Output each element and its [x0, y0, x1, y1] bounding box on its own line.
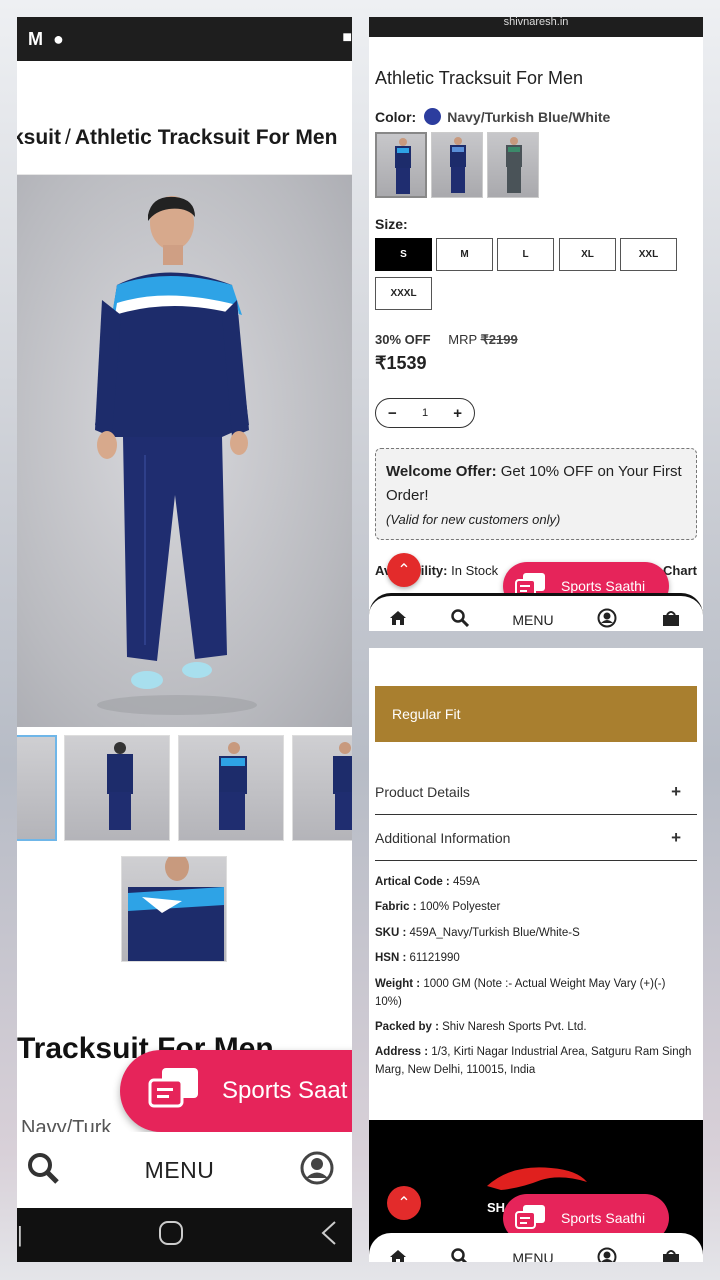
search-icon[interactable] — [450, 609, 469, 630]
price-discount-row: 30% OFF MRP ₹2199 — [375, 332, 518, 348]
spec-fabric: Fabric : 100% Polyester — [375, 901, 501, 913]
color-row: Color: Navy/Turkish Blue/White — [375, 108, 611, 125]
thumbnail-4[interactable] — [292, 735, 352, 841]
size-option-l[interactable]: L — [497, 238, 554, 271]
right-top-screenshot: shivnaresh.in Athletic Tracksuit For Men… — [369, 17, 703, 631]
thumbnail-2[interactable] — [64, 735, 170, 841]
gmail-icon: M — [28, 28, 44, 49]
sports-saathi-label: Sports Saathi — [561, 578, 646, 594]
chevron-up-icon: ⌃ — [397, 562, 411, 579]
cart-icon[interactable] — [661, 609, 681, 630]
color-dot — [424, 108, 442, 125]
spec-sku: SKU : 459A_Navy/Turkish Blue/White-S — [375, 927, 580, 939]
color-swatch-2[interactable] — [431, 132, 483, 198]
sports-saathi-label: Sports Saathi — [561, 1210, 646, 1226]
mrp-label: MRP — [448, 332, 477, 347]
chat-icon — [148, 1066, 202, 1117]
product-main-image[interactable] — [17, 175, 352, 727]
thumbnail-gallery — [17, 735, 352, 985]
qty-value[interactable]: 1 — [422, 407, 428, 419]
search-icon[interactable] — [27, 1152, 59, 1189]
discount-badge: 30% OFF — [375, 332, 431, 347]
dot-icon: ● — [53, 28, 64, 49]
menu-button[interactable]: MENU — [145, 1157, 215, 1184]
url-bar[interactable]: shivnaresh.in — [369, 17, 703, 37]
system-nav-bar: | — [17, 1208, 352, 1262]
home-icon[interactable] — [389, 610, 407, 629]
status-bar: . M ● ■ — [17, 17, 352, 61]
home-icon[interactable] — [389, 1249, 407, 1262]
sale-price: ₹1539 — [375, 353, 427, 373]
spec-address: Address : 1/3, Kirti Nagar Industrial Ar… — [375, 1046, 692, 1076]
back-icon[interactable] — [320, 1220, 338, 1251]
quantity-stepper: − 1 + — [375, 398, 475, 428]
offer-title: Welcome Offer: — [386, 463, 497, 480]
brand-name: SH — [487, 1200, 506, 1215]
recents-icon[interactable]: | — [17, 1222, 23, 1248]
scroll-top-button[interactable]: ⌃ — [387, 1186, 421, 1220]
size-option-xxxl[interactable]: XXXL — [375, 277, 432, 310]
mrp-value: ₹2199 — [480, 332, 518, 347]
qty-decrease-button[interactable]: − — [388, 405, 397, 422]
chevron-up-icon: ⌃ — [397, 1195, 411, 1212]
bottom-nav: MENU — [369, 593, 703, 631]
size-option-xxl[interactable]: XXL — [620, 238, 677, 271]
breadcrumb-current: Athletic Tracksuit For Men — [74, 126, 338, 149]
menu-button[interactable]: MENU — [512, 1250, 553, 1262]
welcome-offer-box: Welcome Offer: Get 10% OFF on Your First… — [375, 448, 697, 540]
size-option-m[interactable]: M — [436, 238, 493, 271]
cart-icon[interactable] — [661, 1248, 681, 1262]
search-icon[interactable] — [450, 1247, 469, 1262]
color-swatch-3[interactable] — [487, 132, 539, 198]
scroll-top-button[interactable]: ⌃ — [387, 553, 421, 587]
spec-hsn: HSN : 61121990 — [375, 952, 460, 964]
notification-icon: . — [17, 29, 18, 50]
size-label: Size: — [375, 216, 408, 232]
right-bottom-screenshot: Regular Fit Product Details + Additional… — [369, 648, 703, 1262]
thumbnail-3[interactable] — [178, 735, 284, 841]
chat-icon — [515, 1204, 547, 1233]
breadcrumb-prev-link[interactable]: ksuit — [17, 126, 61, 149]
spec-weight: Weight : 1000 GM (Note :- Actual Weight … — [375, 978, 666, 1008]
size-option-s[interactable]: S — [375, 238, 432, 271]
spec-packed-by: Packed by : Shiv Naresh Sports Pvt. Ltd. — [375, 1021, 587, 1033]
plus-icon: + — [671, 781, 681, 801]
bottom-nav: MENU — [369, 1233, 703, 1262]
color-name: Navy/Turkish Blue/White — [447, 108, 611, 125]
plus-icon: + — [671, 827, 681, 847]
thumbnail-1[interactable] — [17, 735, 57, 841]
thumbnail-5[interactable] — [121, 856, 227, 962]
bottom-nav: MENU — [17, 1132, 352, 1208]
sports-saathi-button[interactable]: Sports Saat — [120, 1050, 352, 1132]
account-icon[interactable] — [300, 1151, 334, 1190]
accordion-additional-information[interactable]: Additional Information + — [375, 815, 697, 861]
accordion-product-details[interactable]: Product Details + — [375, 769, 697, 815]
color-swatch-1[interactable] — [375, 132, 427, 198]
spec-artical-code: Artical Code : 459A — [375, 876, 480, 888]
availability-value: In Stock — [451, 563, 499, 578]
qty-increase-button[interactable]: + — [453, 405, 462, 422]
fit-banner: Regular Fit — [375, 686, 697, 742]
size-chart-link[interactable]: Chart — [663, 563, 697, 578]
left-screenshot: . M ● ■ ksuit/Athletic Tracksuit For Men — [17, 17, 352, 1262]
home-icon[interactable] — [158, 1220, 184, 1251]
account-icon[interactable] — [597, 608, 617, 631]
size-option-xl[interactable]: XL — [559, 238, 616, 271]
sports-saathi-label: Sports Saat — [222, 1077, 348, 1104]
breadcrumb: ksuit/Athletic Tracksuit For Men — [17, 61, 352, 175]
menu-button[interactable]: MENU — [512, 612, 553, 628]
status-icon: ■ — [342, 29, 352, 46]
offer-note: (Valid for new customers only) — [386, 512, 561, 527]
account-icon[interactable] — [597, 1247, 617, 1262]
product-title: Athletic Tracksuit For Men — [375, 68, 584, 88]
